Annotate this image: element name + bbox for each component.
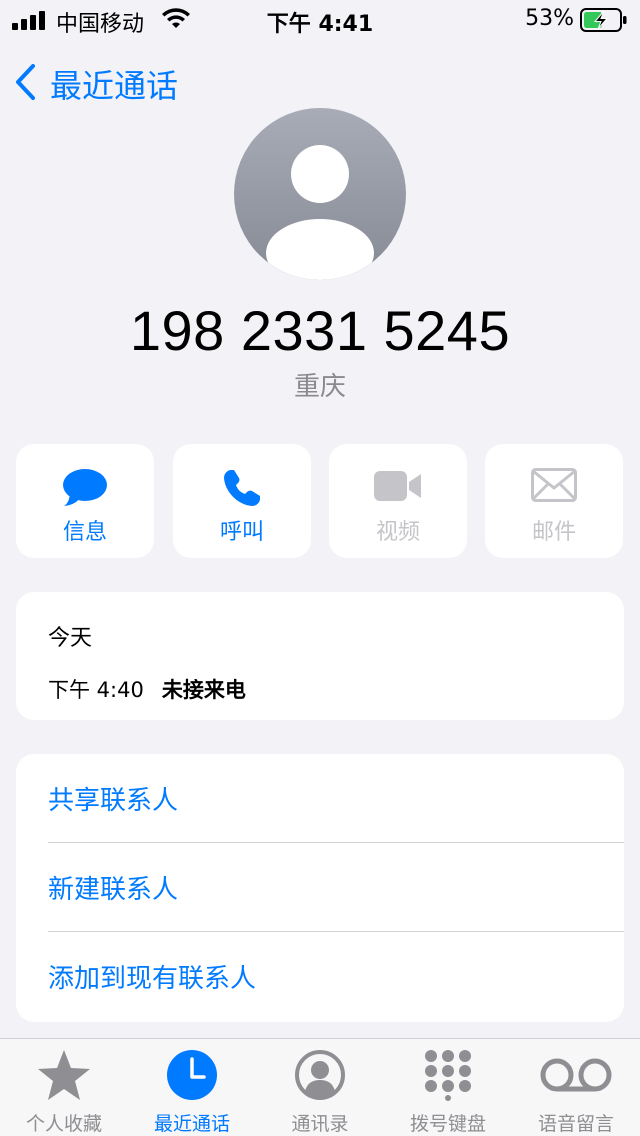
video-button-label: 视频: [375, 520, 420, 545]
person-circle-icon: [256, 1049, 384, 1101]
call-history-entry: 下午 4:40 未接来电: [48, 674, 246, 704]
caller-phone-number: 198 2331 5245: [129, 299, 511, 362]
create-contact-option[interactable]: 新建联系人: [16, 843, 624, 931]
voicemail-icon: [512, 1049, 640, 1101]
call-button[interactable]: 呼叫: [173, 444, 311, 558]
share-contact-option[interactable]: 共享联系人: [16, 754, 624, 842]
tab-favorites[interactable]: 个人收藏: [0, 1039, 128, 1136]
contact-detail-screen: 中国移动 下午 4:41 53% 最近通话 198 2331 5245 重庆 信…: [0, 0, 640, 1136]
person-silhouette-icon: [266, 145, 374, 280]
tab-recents-label: 最近通话: [153, 1113, 230, 1135]
message-icon: [16, 468, 154, 508]
call-history-card: 今天 下午 4:40 未接来电: [16, 592, 624, 720]
call-history-time: 下午 4:40: [48, 678, 144, 702]
message-button[interactable]: 信息: [16, 444, 154, 558]
share-contact-label: 共享联系人: [48, 786, 179, 816]
mail-button-label: 邮件: [531, 520, 576, 545]
tab-bar: 个人收藏 最近通话 通讯录 拨号键盘 语音留言: [0, 1038, 640, 1136]
add-to-existing-contact-label: 添加到现有联系人: [48, 964, 257, 994]
tab-recents[interactable]: 最近通话: [128, 1039, 256, 1136]
caller-location: 重庆: [293, 372, 346, 402]
phone-icon: [173, 468, 311, 508]
keypad-icon: [384, 1049, 512, 1101]
add-to-existing-contact-option[interactable]: 添加到现有联系人: [16, 932, 624, 1020]
contact-options-card: 共享联系人 新建联系人 添加到现有联系人: [16, 754, 624, 1022]
battery-percentage: 53%: [525, 6, 574, 31]
create-contact-label: 新建联系人: [48, 875, 179, 905]
back-button[interactable]: 最近通话: [14, 62, 178, 106]
chevron-left-icon: [14, 63, 36, 105]
tab-contacts-label: 通讯录: [291, 1113, 349, 1135]
tab-favorites-label: 个人收藏: [25, 1113, 102, 1135]
tab-keypad[interactable]: 拨号键盘: [384, 1039, 512, 1136]
call-history-date: 今天: [48, 626, 93, 651]
message-button-label: 信息: [62, 520, 107, 545]
tab-keypad-label: 拨号键盘: [409, 1113, 486, 1135]
tab-contacts[interactable]: 通讯录: [256, 1039, 384, 1136]
status-bar: 中国移动 下午 4:41 53%: [0, 0, 640, 40]
contact-avatar: [234, 108, 406, 280]
mail-icon: [485, 468, 623, 502]
call-history-type: 未接来电: [161, 678, 246, 702]
clock-icon: [128, 1049, 256, 1101]
video-button[interactable]: 视频: [329, 444, 467, 558]
back-button-label: 最近通话: [50, 67, 179, 105]
video-icon: [329, 468, 467, 504]
battery-charging-icon: [580, 8, 628, 36]
star-icon: [0, 1049, 128, 1101]
tab-voicemail[interactable]: 语音留言: [512, 1039, 640, 1136]
mail-button[interactable]: 邮件: [485, 444, 623, 558]
call-button-label: 呼叫: [219, 520, 264, 545]
tab-voicemail-label: 语音留言: [537, 1113, 614, 1135]
